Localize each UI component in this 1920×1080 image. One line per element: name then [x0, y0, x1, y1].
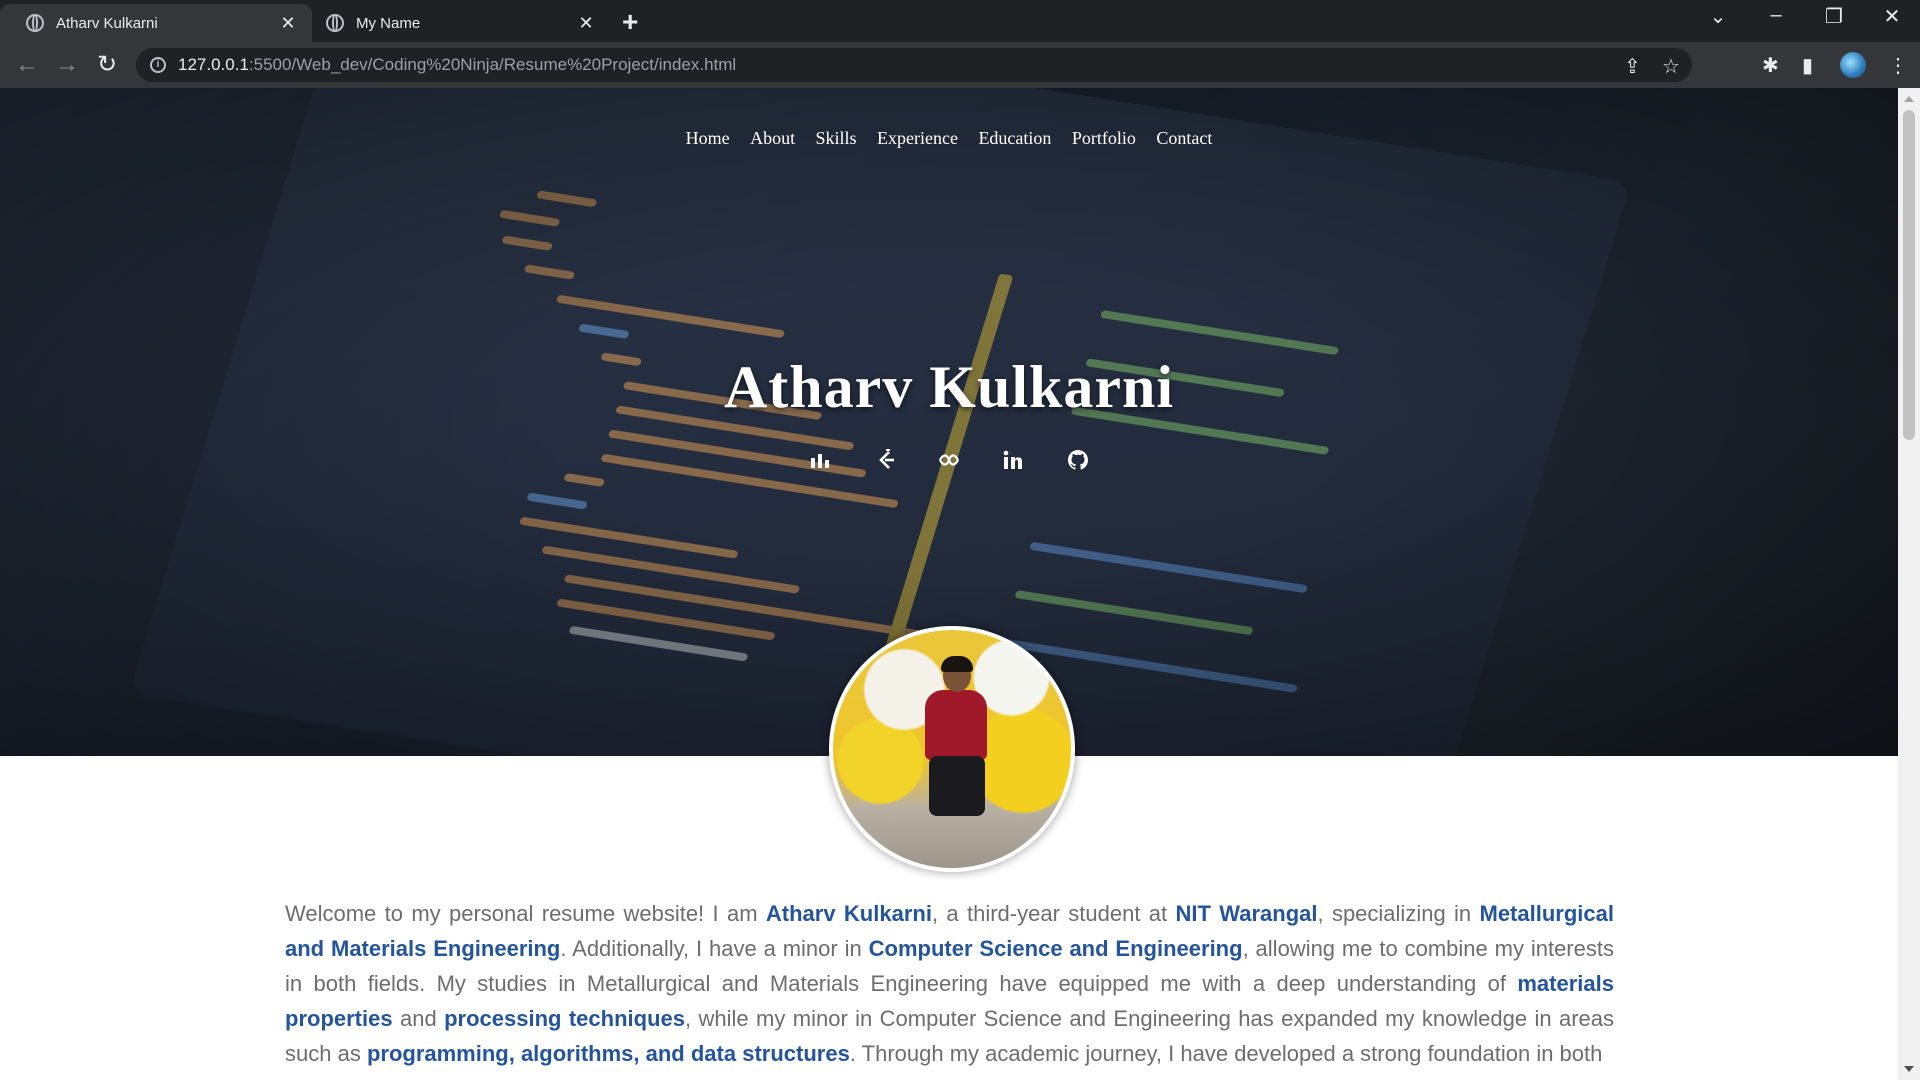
- about-text: , a third-year student at: [931, 901, 1176, 926]
- forward-icon[interactable]: →: [52, 50, 82, 80]
- leetcode-icon[interactable]: [808, 448, 832, 472]
- about-paragraph: Welcome to my personal resume website! I…: [285, 896, 1614, 1071]
- tab-title: My Name: [356, 14, 421, 32]
- nav-portfolio[interactable]: Portfolio: [1072, 128, 1136, 149]
- codechef-icon[interactable]: [873, 448, 897, 472]
- profile-photo: [829, 626, 1075, 872]
- address-bar[interactable]: i 127.0.0.1:5500/Web_dev/Coding%20Ninja/…: [136, 48, 1692, 82]
- main-nav: Home About Skills Experience Education P…: [0, 128, 1898, 149]
- page-scrollbar[interactable]: [1898, 88, 1920, 1080]
- nav-about[interactable]: About: [750, 128, 795, 149]
- site-info-icon[interactable]: i: [150, 57, 166, 73]
- about-text: . Additionally, I have a minor in: [560, 936, 869, 961]
- url-text: 127.0.0.1:5500/Web_dev/Coding%20Ninja/Re…: [178, 55, 736, 75]
- browser-toolbar: ← → ↻ i 127.0.0.1:5500/Web_dev/Coding%20…: [0, 42, 1920, 88]
- about-text: . Through my academic journey, I have de…: [849, 1041, 1603, 1066]
- restore-icon[interactable]: ❐: [1814, 4, 1854, 29]
- tab-my-name[interactable]: My Name ✕: [300, 4, 610, 42]
- side-panel-icon[interactable]: ▮: [1802, 53, 1813, 78]
- profile-photo-person: [925, 656, 987, 830]
- nav-home[interactable]: Home: [686, 128, 730, 149]
- back-icon[interactable]: ←: [12, 50, 42, 80]
- menu-icon[interactable]: ⋮: [1888, 53, 1908, 78]
- share-icon[interactable]: ⇪: [1624, 54, 1641, 79]
- about-highlight-college: NIT Warangal: [1175, 901, 1318, 926]
- about-highlight-keyword: processing techniques: [444, 1006, 685, 1031]
- about-highlight-minor: Computer Science and Engineering: [868, 936, 1243, 961]
- url-host: 127.0.0.1: [178, 55, 249, 74]
- profile-avatar[interactable]: [1840, 52, 1866, 78]
- hero-name: Atharv Kulkarni: [723, 354, 1175, 420]
- tab-atharv-kulkarni[interactable]: Atharv Kulkarni ✕: [0, 4, 312, 42]
- new-tab-button[interactable]: +: [622, 6, 638, 38]
- nav-experience[interactable]: Experience: [877, 128, 958, 149]
- scroll-down-arrow-icon[interactable]: [1904, 1066, 1914, 1072]
- webpage: Home About Skills Experience Education P…: [0, 88, 1898, 1080]
- about-highlight-name: Atharv Kulkarni: [765, 901, 932, 926]
- about-text: , specializing in: [1317, 901, 1480, 926]
- globe-icon: [26, 14, 44, 32]
- scroll-up-arrow-icon[interactable]: [1904, 96, 1914, 102]
- linkedin-icon[interactable]: [1001, 448, 1025, 472]
- bookmark-star-icon[interactable]: ☆: [1662, 54, 1680, 79]
- codeforces-icon[interactable]: [937, 448, 961, 472]
- browser-tab-strip: Atharv Kulkarni ✕ My Name ✕ + ⌄ – ❐ ✕: [0, 0, 1920, 42]
- tab-search-icon[interactable]: ⌄: [1698, 4, 1738, 29]
- github-icon[interactable]: [1066, 448, 1090, 472]
- about-highlight-keyword: programming, algorithms, and data struct…: [366, 1041, 850, 1066]
- window-close-icon[interactable]: ✕: [1872, 4, 1912, 29]
- url-path: :5500/Web_dev/Coding%20Ninja/Resume%20Pr…: [248, 55, 737, 74]
- globe-icon: [326, 14, 344, 32]
- extensions-icon[interactable]: ✱: [1762, 53, 1779, 78]
- nav-contact[interactable]: Contact: [1156, 128, 1212, 149]
- nav-skills[interactable]: Skills: [816, 128, 857, 149]
- nav-education[interactable]: Education: [978, 128, 1051, 149]
- about-text: and: [392, 1006, 445, 1031]
- tab-title: Atharv Kulkarni: [56, 14, 158, 32]
- close-icon[interactable]: ✕: [576, 13, 596, 34]
- close-icon[interactable]: ✕: [278, 13, 298, 34]
- scrollbar-thumb[interactable]: [1903, 110, 1915, 440]
- minimize-icon[interactable]: –: [1756, 4, 1796, 27]
- social-links: [0, 448, 1898, 472]
- reload-icon[interactable]: ↻: [92, 50, 122, 80]
- about-text: Welcome to my personal resume website! I…: [285, 901, 766, 926]
